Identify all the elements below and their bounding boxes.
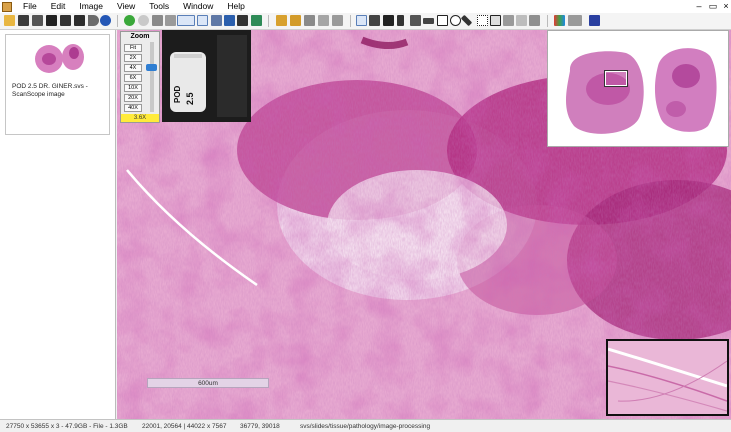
- grid-icon[interactable]: [477, 15, 488, 26]
- menu-window[interactable]: Window: [176, 0, 220, 13]
- stop-icon[interactable]: [138, 15, 149, 26]
- zoom-2x-button[interactable]: 2X: [124, 54, 142, 62]
- zoom-level-readout: 3.6X: [121, 114, 159, 122]
- ellipse-icon[interactable]: [450, 15, 461, 26]
- overview-slide-image: [566, 48, 717, 134]
- select-region-icon[interactable]: [369, 15, 380, 26]
- overview-toggle-icon[interactable]: [251, 15, 262, 26]
- menu-view[interactable]: View: [110, 0, 142, 13]
- zoom-panel: Zoom Fit 2X 4X 6X 10X 20X 40X 3.6X: [120, 31, 160, 123]
- status-coordinates: 22001, 20564 | 44022 x 7567: [142, 423, 227, 430]
- thumbnail-icon[interactable]: [197, 15, 208, 26]
- overview-viewport-box[interactable]: [604, 70, 628, 87]
- zoom-40x-button[interactable]: 40X: [124, 104, 142, 112]
- pen-icon[interactable]: [397, 15, 404, 26]
- slide-sidebar: POD 2.5 DR. GINER.svs - ScanScope image: [0, 30, 116, 419]
- export-icon[interactable]: [224, 15, 235, 26]
- zoom-10x-button[interactable]: 10X: [124, 84, 142, 92]
- slide-label-text-line2: 2.5: [185, 92, 195, 105]
- zoom-title: Zoom: [130, 33, 150, 40]
- scale-bar: 600um: [147, 378, 269, 388]
- menu-edit[interactable]: Edit: [44, 0, 73, 13]
- zoom-4x-button[interactable]: 4X: [124, 64, 142, 72]
- separator: [547, 15, 548, 27]
- hand-pan-icon[interactable]: [356, 15, 367, 26]
- ruler-icon[interactable]: [423, 18, 434, 24]
- separator: [268, 15, 269, 27]
- page-icon[interactable]: [74, 15, 85, 26]
- menu-image[interactable]: Image: [72, 0, 110, 13]
- layers-icon[interactable]: [177, 15, 195, 26]
- status-position: 36779, 39018: [240, 423, 280, 430]
- slide-thumbnail-image: [35, 44, 84, 73]
- zoom-6x-button[interactable]: 6X: [124, 74, 142, 82]
- arrow-icon[interactable]: [460, 14, 473, 27]
- separator: [350, 15, 351, 27]
- lock-icon[interactable]: [290, 15, 301, 26]
- rectangle-icon[interactable]: [437, 15, 448, 26]
- channels-icon[interactable]: [568, 15, 582, 26]
- slide-thumbnail-caption: POD 2.5 DR. GINER.svs - ScanScope image: [12, 83, 88, 98]
- transfer-icon[interactable]: [304, 15, 315, 26]
- slide-viewer-canvas[interactable]: Zoom Fit 2X 4X 6X 10X 20X 40X 3.6X POD 2…: [117, 30, 731, 419]
- magnifier-window: [606, 339, 729, 416]
- slide-label-panel: POD 2.5: [162, 30, 251, 122]
- refresh-icon[interactable]: [318, 15, 329, 26]
- network-icon[interactable]: [152, 15, 163, 26]
- zoom-slider-thumb[interactable]: [146, 64, 157, 71]
- zoom-20x-button[interactable]: 20X: [124, 94, 142, 102]
- print-icon[interactable]: [32, 15, 43, 26]
- menu-file[interactable]: File: [16, 0, 44, 13]
- upload-icon[interactable]: [60, 15, 71, 26]
- close-button[interactable]: ×: [720, 0, 731, 13]
- slide-thumbnail-card[interactable]: POD 2.5 DR. GINER.svs - ScanScope image: [5, 34, 110, 135]
- restore-button[interactable]: ▭: [707, 0, 719, 13]
- magnifier-image: [608, 341, 727, 414]
- paste-icon[interactable]: [516, 15, 527, 26]
- zoom-search-icon[interactable]: [237, 15, 248, 26]
- menu-tools[interactable]: Tools: [142, 0, 176, 13]
- status-dimensions: 27750 x 53655 x 3 - 47.9GB - File - 1.3G…: [6, 423, 128, 430]
- separator: [117, 15, 118, 27]
- info-icon[interactable]: [100, 15, 111, 26]
- snapshot-icon[interactable]: [383, 15, 394, 26]
- table-icon[interactable]: [490, 15, 501, 26]
- calibrate-icon[interactable]: [332, 15, 343, 26]
- help-icon[interactable]: [589, 15, 600, 26]
- slide-label-text-line1: POD: [173, 85, 182, 103]
- menu-bar: File Edit Image View Tools Window Help –…: [0, 0, 731, 13]
- go-forward-icon[interactable]: [124, 15, 135, 26]
- app-icon: [2, 1, 12, 12]
- zoom-fit-button[interactable]: Fit: [124, 44, 142, 52]
- duplicate-icon[interactable]: [529, 15, 540, 26]
- zoom-slider-track[interactable]: [150, 42, 154, 112]
- menu-help[interactable]: Help: [220, 0, 251, 13]
- freehand-icon[interactable]: [410, 15, 421, 26]
- edit-annotation-icon[interactable]: [276, 15, 287, 26]
- slide-label-image: [162, 30, 251, 122]
- magnifier-icon[interactable]: [211, 15, 222, 26]
- toolbar: [0, 13, 731, 30]
- save-icon[interactable]: [18, 15, 29, 26]
- status-bar: 27750 x 53655 x 3 - 47.9GB - File - 1.3G…: [0, 419, 731, 432]
- minimize-button[interactable]: –: [693, 0, 705, 13]
- open-folder-icon[interactable]: [4, 15, 15, 26]
- status-path: svs/slides/tissue/pathology/image-proces…: [300, 423, 431, 430]
- color-adjust-icon[interactable]: [554, 15, 565, 26]
- copy-icon[interactable]: [503, 15, 514, 26]
- compare-view-icon[interactable]: [165, 15, 176, 26]
- overview-panel[interactable]: [547, 30, 729, 147]
- camera-icon[interactable]: [46, 15, 57, 26]
- layout-icon[interactable]: [88, 15, 99, 26]
